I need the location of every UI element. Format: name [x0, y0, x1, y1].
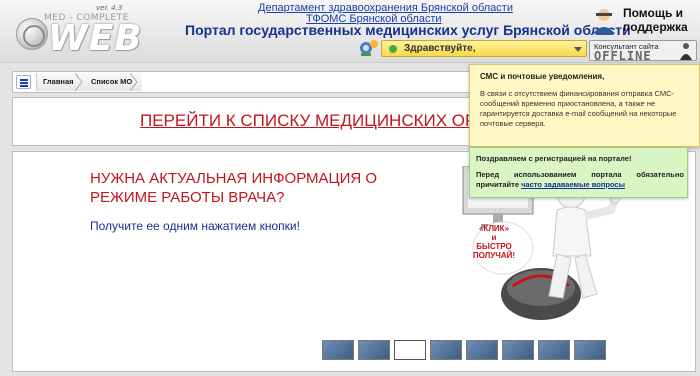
help-line1: Помощь и [623, 6, 684, 20]
go-to-mo-list-link[interactable]: ПЕРЕЙТИ К СПИСКУ МЕДИЦИНСКИХ ОРГАН [140, 111, 508, 131]
slide-thumb-active[interactable] [394, 340, 426, 360]
consultant-widget[interactable]: Консультант сайта OFFLINE [589, 40, 697, 63]
consultant-person-icon [680, 43, 692, 60]
slide-thumb[interactable] [466, 340, 498, 360]
menu-icon[interactable] [16, 75, 31, 89]
slide-thumb[interactable] [502, 340, 534, 360]
sms-notification-title: СМС и почтовые уведомления, [480, 72, 605, 81]
consultant-status: OFFLINE [594, 49, 652, 63]
promo-heading: НУЖНА АКТУАЛЬНАЯ ИНФОРМАЦИЯ О РЕЖИМЕ РАБ… [90, 170, 378, 206]
registration-notification[interactable]: Поздравляем с регистрацией на портале! П… [469, 147, 688, 198]
chevron-down-icon [574, 47, 582, 52]
bubble-line2: и [491, 233, 497, 242]
registration-notification-title: Поздравляем с регистрацией на портале! [476, 154, 632, 163]
logo-version: ver. 4.3 [96, 4, 123, 12]
bubble-line4: ПОЛУЧАЙ! [472, 251, 516, 260]
user-menu-dropdown[interactable]: Здравствуйте, [381, 40, 587, 57]
slide-thumb[interactable] [538, 340, 570, 360]
greeting-text: Здравствуйте, [404, 43, 476, 54]
faq-link[interactable]: часто задаваемые вопросы [521, 180, 625, 189]
logo-wordmark: WEB [48, 18, 143, 59]
online-status-icon [389, 45, 397, 53]
bubble-line1: «КЛИК» [478, 224, 510, 233]
support-person-icon [592, 9, 616, 35]
globe-icon [16, 18, 48, 50]
promo-subtext: Получите ее одним нажатием кнопки! [90, 219, 300, 233]
user-settings-icon[interactable] [359, 39, 379, 57]
page-header: ver. 4.3 MED - COMPLETE WEB Департамент … [0, 0, 700, 63]
bubble-line3: БЫСТРО [476, 242, 512, 251]
portal-title: Портал государственных медицинских услуг… [185, 22, 631, 38]
breadcrumb-separator-icon [75, 73, 83, 91]
help-support-link[interactable]: Помощь и поддержка [587, 4, 697, 38]
sms-notification-body: В связи с отсутствием финансирования отп… [480, 89, 677, 128]
slide-thumb[interactable] [574, 340, 606, 360]
sms-notification[interactable]: СМС и почтовые уведомления, В связи с от… [469, 64, 700, 147]
registration-notification-body: Перед использованием портала обязательно… [476, 170, 684, 190]
slide-thumb[interactable] [358, 340, 390, 360]
slide-thumb[interactable] [430, 340, 462, 360]
help-line2: поддержка [623, 20, 688, 34]
site-logo[interactable]: ver. 4.3 MED - COMPLETE WEB [8, 4, 142, 60]
slide-thumb[interactable] [322, 340, 354, 360]
breadcrumb-separator-icon [130, 73, 138, 91]
promo-bubble: «КЛИК» и БЫСТРО ПОЛУЧАЙ! [465, 224, 523, 274]
